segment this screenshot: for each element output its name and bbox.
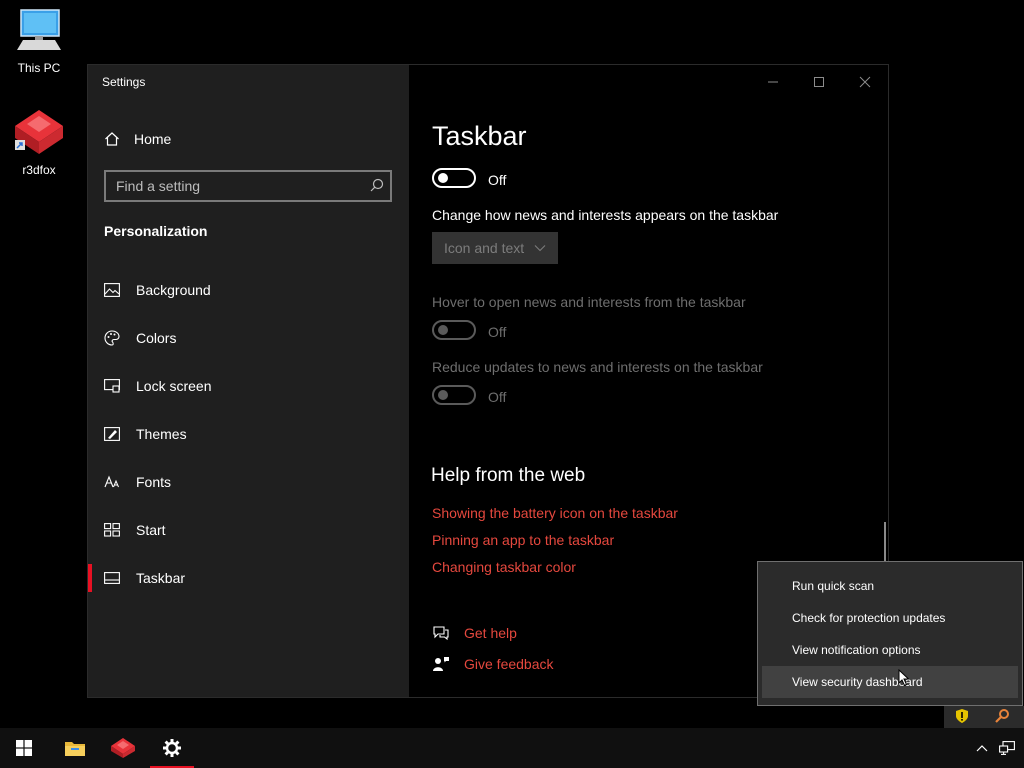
content-scrollbar[interactable] — [884, 522, 886, 562]
sidebar-item-label: Background — [136, 282, 211, 298]
r3dfox-taskbar-button[interactable] — [99, 728, 147, 768]
home-icon — [105, 132, 119, 146]
hover-open-toggle[interactable] — [432, 320, 476, 340]
desktop-icon-label: r3dfox — [22, 163, 56, 177]
sidebar-item-label: Taskbar — [136, 570, 186, 586]
gear-icon — [163, 739, 181, 757]
menu-item-view-security-dashboard[interactable]: View security dashboard — [762, 666, 1018, 698]
help-link-taskbar-color[interactable]: Changing taskbar color — [432, 559, 576, 575]
network-icon — [999, 741, 1015, 755]
home-label: Home — [134, 131, 172, 147]
sidebar-item-label: Start — [136, 522, 166, 538]
feedback-icon — [433, 657, 449, 671]
sidebar-item-lock-screen[interactable]: Lock screen — [88, 366, 409, 406]
get-help-label: Get help — [464, 625, 517, 641]
sidebar-item-start[interactable]: Start — [88, 510, 409, 550]
hover-open-label: Hover to open news and interests from th… — [432, 294, 746, 310]
menu-item-view-notification-options[interactable]: View notification options — [762, 634, 1018, 666]
security-context-menu: Run quick scan Check for protection upda… — [757, 561, 1023, 706]
sidebar-item-themes[interactable]: Themes — [88, 414, 409, 454]
r3dfox-logo-icon — [15, 110, 63, 154]
help-link-battery-icon[interactable]: Showing the battery icon on the taskbar — [432, 505, 678, 521]
shield-warning-icon — [956, 709, 968, 723]
chevron-up-icon — [976, 745, 988, 752]
palette-icon — [104, 330, 120, 346]
computer-icon — [17, 9, 61, 50]
menu-item-run-quick-scan[interactable]: Run quick scan — [762, 570, 1018, 602]
network-tray-button[interactable] — [990, 728, 1024, 768]
reduce-updates-label: Reduce updates to news and interests on … — [432, 359, 763, 375]
section-title: Personalization — [104, 223, 208, 239]
get-help-link[interactable]: Get help — [432, 625, 517, 641]
sidebar-item-label: Colors — [136, 330, 177, 346]
dropdown-value: Icon and text — [444, 240, 525, 256]
help-section-title: Help from the web — [431, 465, 586, 486]
mouse-cursor-icon — [898, 669, 910, 687]
help-link-pin-app[interactable]: Pinning an app to the taskbar — [432, 532, 614, 548]
page-title: Taskbar — [432, 121, 527, 151]
sidebar-item-label: Lock screen — [136, 378, 212, 394]
sidebar-item-background[interactable]: Background — [88, 270, 409, 310]
news-interests-toggle[interactable] — [432, 168, 476, 188]
taskbar-icon — [104, 572, 120, 584]
lock-screen-icon — [104, 379, 120, 393]
news-appearance-dropdown[interactable]: Icon and text — [432, 232, 558, 264]
sidebar-item-taskbar[interactable]: Taskbar — [88, 558, 409, 598]
give-feedback-link[interactable]: Give feedback — [432, 656, 554, 672]
sidebar-item-colors[interactable]: Colors — [88, 318, 409, 358]
give-feedback-label: Give feedback — [464, 656, 554, 672]
settings-taskbar-button[interactable] — [148, 728, 196, 768]
home-link[interactable]: Home — [104, 129, 171, 149]
start-icon — [104, 523, 120, 537]
hover-open-toggle-state: Off — [488, 324, 507, 340]
settings-sidebar: Settings Home Personalization Background — [88, 65, 409, 697]
r3dfox-taskbar-icon — [111, 738, 135, 758]
search-input[interactable] — [104, 170, 392, 202]
sidebar-item-fonts[interactable]: Fonts — [88, 462, 409, 502]
windows-logo-icon — [16, 740, 32, 756]
news-interests-toggle-state: Off — [488, 172, 507, 188]
reduce-updates-toggle[interactable] — [432, 385, 476, 405]
fonts-icon — [104, 475, 119, 488]
image-icon — [104, 283, 120, 297]
themes-icon — [104, 427, 120, 441]
taskbar — [0, 728, 1024, 768]
sidebar-item-label: Themes — [136, 426, 187, 442]
desktop-icon-this-pc[interactable]: This PC — [1, 8, 77, 75]
folder-icon — [65, 742, 85, 756]
file-explorer-button[interactable] — [51, 728, 99, 768]
tray-overflow-area — [944, 706, 1024, 728]
search-tray-icon — [995, 709, 1009, 723]
news-appearance-label: Change how news and interests appears on… — [432, 207, 779, 223]
desktop-icon-label: This PC — [17, 61, 61, 75]
reduce-updates-toggle-state: Off — [488, 389, 507, 405]
window-title: Settings — [102, 75, 146, 89]
chat-help-icon — [433, 626, 449, 641]
start-button[interactable] — [0, 728, 48, 768]
desktop-icon-r3dfox[interactable]: r3dfox — [1, 108, 77, 177]
search-icon[interactable] — [370, 178, 384, 192]
chevron-down-icon — [534, 245, 546, 252]
sidebar-item-label: Fonts — [136, 474, 172, 490]
menu-item-check-protection-updates[interactable]: Check for protection updates — [762, 602, 1018, 634]
